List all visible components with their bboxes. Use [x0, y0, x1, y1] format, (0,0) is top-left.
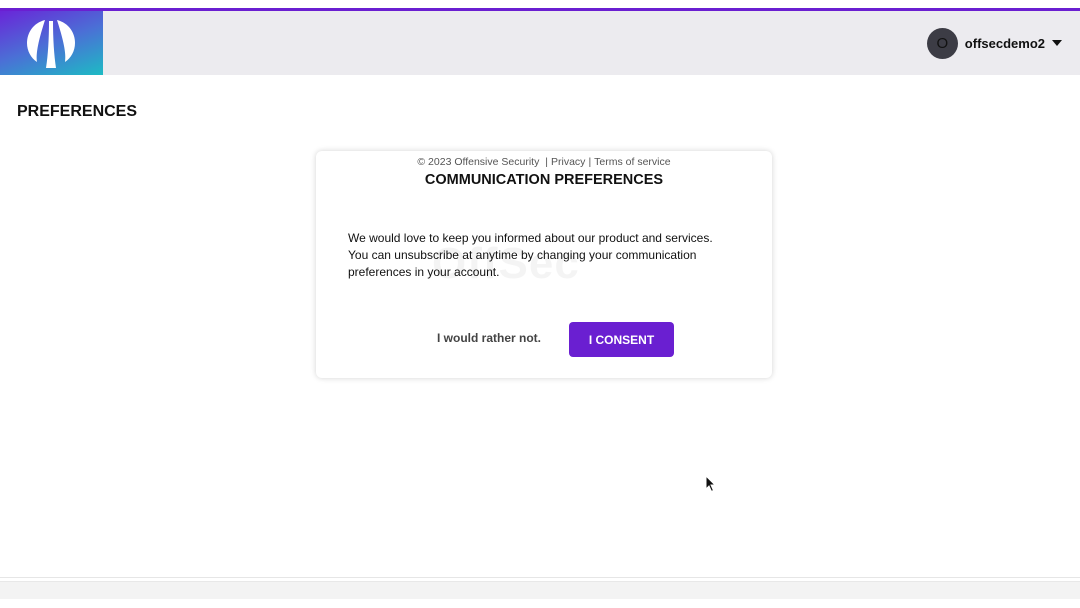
consent-dialog: © 2023 Offensive Security | Privacy | Terms… [316, 151, 772, 378]
privacy-link[interactable]: Privacy [551, 156, 585, 168]
terms-link[interactable]: Terms of service [594, 156, 670, 168]
logo[interactable] [0, 11, 103, 75]
offsec-logo-icon [27, 20, 75, 68]
user-menu[interactable]: O offsecdemo2 [926, 27, 1062, 59]
dialog-body: We would love to keep you informed about… [348, 230, 748, 281]
separator: | [545, 156, 548, 168]
dialog-title: COMMUNICATION PREFERENCES [424, 172, 664, 188]
avatar[interactable]: O [926, 27, 958, 59]
consent-button[interactable]: I CONSENT [569, 322, 674, 357]
body-line: We would love to keep you informed about… [348, 231, 713, 245]
copyright-text: © 2023 Offensive Security [417, 156, 540, 168]
caret-down-icon[interactable] [1052, 40, 1062, 46]
separator: | [588, 156, 592, 168]
top-bar [0, 11, 1080, 75]
mouse-cursor-icon [705, 475, 717, 493]
divider [0, 577, 1080, 578]
decline-button[interactable]: I would rather not. [429, 331, 549, 345]
body-line: You can unsubscribe at anytime by changi… [348, 248, 697, 262]
username[interactable]: offsecdemo2 [965, 36, 1045, 51]
page-title: PREFERENCES [17, 103, 138, 120]
bottom-strip [0, 581, 1080, 599]
copyright-bar: © 2023 Offensive Security | Privacy | Terms… [316, 156, 772, 168]
body-line: preferences in your account. [348, 265, 500, 279]
